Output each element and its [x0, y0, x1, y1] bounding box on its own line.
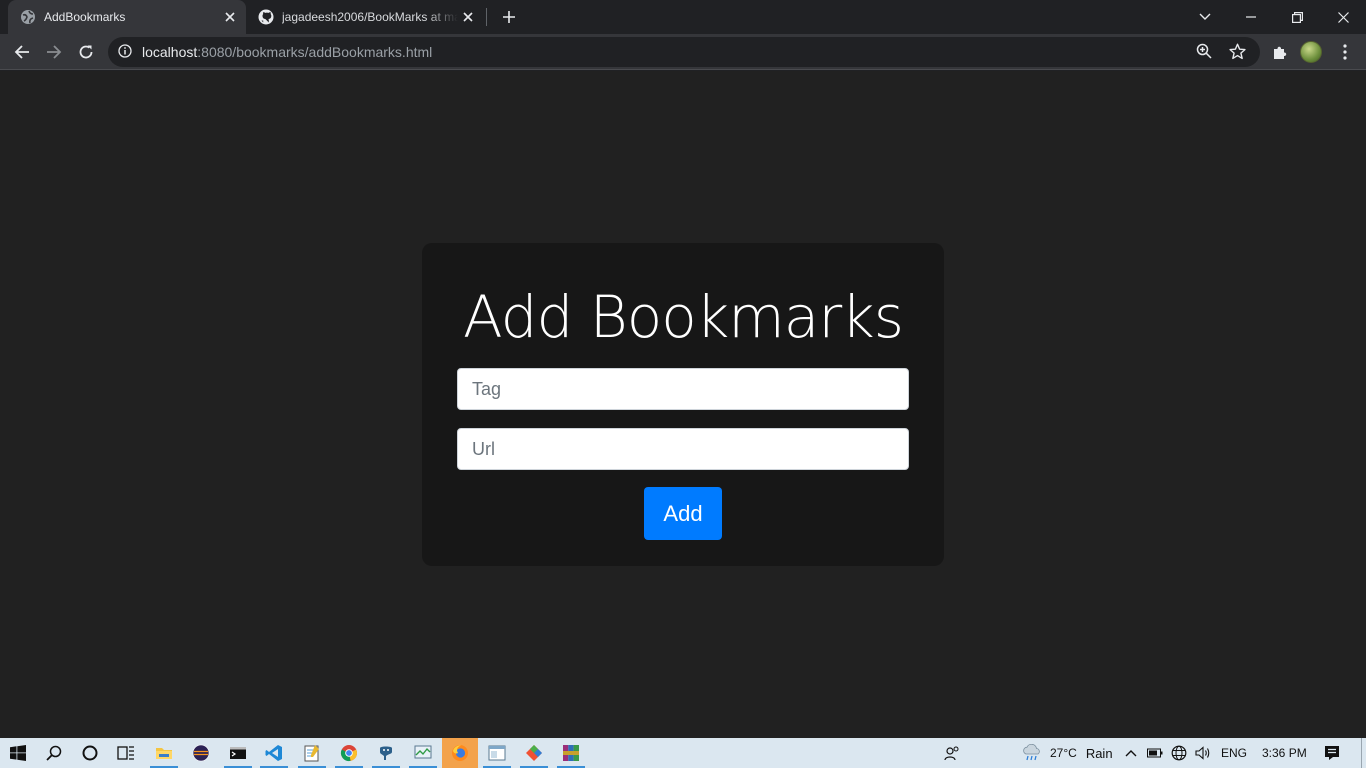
chrome-icon: [340, 745, 358, 762]
close-icon: [1337, 11, 1349, 23]
profile-avatar[interactable]: [1300, 41, 1322, 63]
tag-input[interactable]: [457, 368, 909, 410]
show-hidden-icons-button[interactable]: [1120, 738, 1142, 768]
volume-icon[interactable]: [1192, 738, 1214, 768]
git-icon: [526, 745, 542, 761]
browser-toolbar: localhost:8080/bookmarks/addBookmarks.ht…: [0, 34, 1366, 70]
close-window-button[interactable]: [1320, 0, 1366, 34]
terminal-icon: [230, 747, 246, 759]
new-tab-button[interactable]: [498, 6, 520, 28]
taskbar-command-prompt[interactable]: [220, 738, 256, 768]
search-icon: [46, 745, 62, 761]
windows-taskbar: 27°C Rain ENG 3:36 PM: [0, 738, 1366, 768]
taskbar-vscode[interactable]: [256, 738, 292, 768]
taskbar-mysql-workbench[interactable]: [368, 738, 404, 768]
taskbar-notepad[interactable]: [294, 738, 330, 768]
page-title: Add Bookmarks: [463, 283, 904, 351]
kebab-menu-icon: [1343, 44, 1347, 60]
tab-strip: AddBookmarks jagadeesh2006/BookMarks at …: [0, 0, 1366, 34]
github-icon: [258, 9, 274, 25]
reload-icon: [79, 45, 93, 59]
add-button[interactable]: Add: [644, 487, 722, 540]
add-bookmark-card: Add Bookmarks Add: [422, 243, 944, 566]
app-window-icon: [488, 745, 506, 761]
forward-arrow-icon: [47, 45, 62, 59]
taskbar-task-manager[interactable]: [405, 738, 441, 768]
puzzle-icon: [1274, 46, 1287, 59]
site-info-icon[interactable]: [118, 44, 132, 58]
weather-condition: Rain: [1085, 745, 1113, 761]
url-input[interactable]: [457, 428, 909, 470]
minimize-icon: [1246, 16, 1256, 18]
reload-button[interactable]: [72, 38, 100, 66]
taskbar-file-explorer[interactable]: [146, 738, 182, 768]
taskbar-firefox[interactable]: [442, 738, 478, 768]
browser-menu-button[interactable]: [1331, 38, 1359, 66]
task-view-icon: [117, 746, 134, 760]
taskbar-git[interactable]: [516, 738, 552, 768]
url-host: localhost: [142, 44, 198, 60]
restore-button[interactable]: [1274, 0, 1320, 34]
taskbar-winrar[interactable]: [553, 738, 589, 768]
close-tab-icon[interactable]: [220, 7, 240, 27]
battery-icon[interactable]: [1144, 738, 1166, 768]
search-button[interactable]: [36, 738, 72, 768]
tab-separator: [486, 8, 487, 26]
page-content: Add Bookmarks Add: [0, 71, 1366, 738]
url-path: :8080/bookmarks/addBookmarks.html: [197, 44, 433, 60]
restore-icon: [1291, 11, 1303, 23]
cortana-icon: [82, 745, 98, 761]
tab-title: jagadeesh2006/BookMarks at main: [282, 10, 458, 24]
rain-cloud-icon: [1023, 744, 1040, 761]
tab-search-button[interactable]: [1182, 0, 1228, 34]
url-text: localhost:8080/bookmarks/addBookmarks.ht…: [142, 44, 432, 60]
weather-widget[interactable]: 27°C Rain: [1050, 738, 1113, 768]
chevron-up-icon: [1125, 750, 1137, 757]
back-button[interactable]: [8, 38, 36, 66]
tab-github[interactable]: jagadeesh2006/BookMarks at main: [248, 0, 484, 34]
taskbar-eclipse[interactable]: [183, 738, 219, 768]
bookmark-star-icon[interactable]: [1229, 43, 1246, 60]
globe-icon: [20, 9, 36, 25]
plus-icon: [503, 11, 515, 23]
minimize-button[interactable]: [1228, 0, 1274, 34]
network-globe-icon[interactable]: [1168, 738, 1190, 768]
clock-time[interactable]: 3:36 PM: [1262, 738, 1307, 768]
eclipse-icon: [192, 744, 210, 762]
weather-temperature: 27°C: [1050, 746, 1077, 760]
taskbar-app-window[interactable]: [479, 738, 515, 768]
show-desktop-button[interactable]: [1361, 738, 1362, 768]
folder-icon: [156, 748, 172, 759]
back-arrow-icon: [14, 45, 29, 59]
chevron-down-icon: [1199, 13, 1211, 20]
weather-widget-icon[interactable]: [1014, 738, 1050, 768]
archive-icon: [563, 745, 579, 761]
cortana-button[interactable]: [72, 738, 108, 768]
zoom-icon[interactable]: [1196, 43, 1212, 59]
extensions-button[interactable]: [1266, 38, 1294, 66]
close-tab-icon[interactable]: [458, 7, 478, 27]
task-manager-icon: [414, 745, 432, 759]
forward-button[interactable]: [40, 38, 68, 66]
windows-logo-icon: [10, 745, 26, 761]
start-button[interactable]: [0, 738, 36, 768]
firefox-icon: [452, 745, 468, 761]
notification-icon: [1325, 746, 1339, 760]
action-center-button[interactable]: [1320, 742, 1344, 764]
language-indicator[interactable]: ENG: [1221, 738, 1247, 768]
people-button[interactable]: [934, 738, 970, 768]
taskbar-chrome[interactable]: [331, 738, 367, 768]
database-icon: [380, 746, 392, 760]
task-view-button[interactable]: [108, 738, 144, 768]
notepad-icon: [304, 745, 319, 762]
people-icon: [944, 746, 959, 761]
vscode-icon: [265, 745, 282, 761]
tab-title: AddBookmarks: [44, 10, 126, 24]
tab-addbookmarks[interactable]: AddBookmarks: [8, 0, 246, 34]
address-bar[interactable]: localhost:8080/bookmarks/addBookmarks.ht…: [108, 37, 1260, 67]
